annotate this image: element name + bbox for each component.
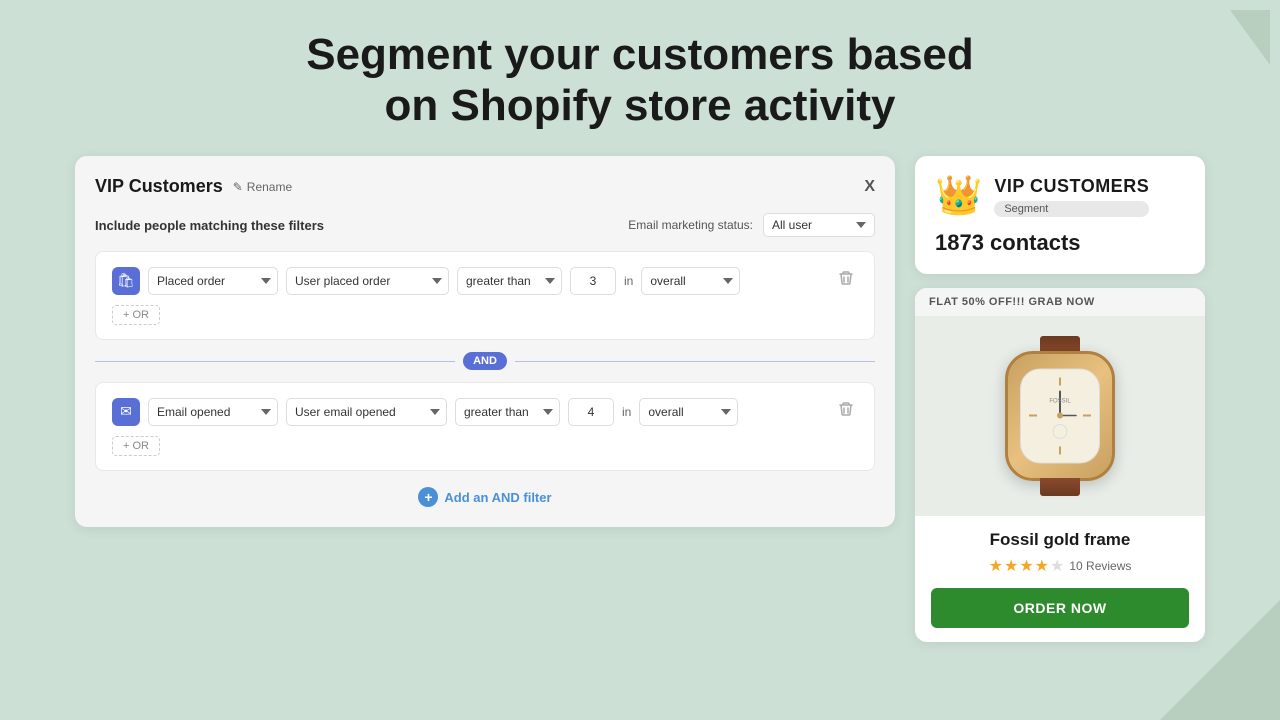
triangle-decoration-bottom	[1160, 600, 1280, 720]
filter-row-1: 🛍 Placed order Email opened Link clicked…	[112, 266, 858, 295]
modal-header: VIP Customers ✎ Rename X	[95, 176, 875, 197]
product-image-area: FOSSIL	[915, 316, 1205, 516]
promo-banner: FLAT 50% OFF!!! GRAB NOW	[915, 288, 1205, 316]
filter1-delete-button[interactable]	[834, 266, 858, 295]
watch-strap-bottom	[1040, 478, 1080, 496]
filter2-comparator-select[interactable]: greater than less than equal to	[455, 398, 560, 426]
filter1-or-button[interactable]: + OR	[112, 305, 160, 325]
vip-card: 👑 VIP CUSTOMERS Segment 1873 contacts	[915, 156, 1205, 274]
email-opened-icon: ✉	[112, 398, 140, 426]
reviews-count: 10 Reviews	[1069, 559, 1131, 573]
add-and-filter-button[interactable]: + Add an AND filter	[418, 487, 551, 507]
and-line-right	[515, 361, 875, 362]
right-panel: 👑 VIP CUSTOMERS Segment 1873 contacts FL…	[915, 156, 1205, 642]
filter-block-2: ✉ Placed order Email opened Link clicked…	[95, 382, 875, 471]
add-filter-label: Add an AND filter	[444, 490, 551, 505]
edit-icon: ✎	[233, 180, 243, 194]
placed-order-icon: 🛍	[112, 267, 140, 295]
stars-row: ★★★★★ 10 Reviews	[931, 556, 1189, 576]
vip-card-header: 👑 VIP CUSTOMERS Segment	[935, 174, 1185, 218]
and-line-left	[95, 361, 455, 362]
modal-title-row: VIP Customers ✎ Rename	[95, 176, 292, 197]
star-rating: ★★★★★	[989, 556, 1066, 576]
rename-label: Rename	[247, 180, 292, 194]
page-background: Segment your customers based on Shopify …	[0, 0, 1280, 720]
watch-illustration: FOSSIL	[995, 336, 1125, 496]
crown-icon: 👑	[935, 174, 982, 218]
filter2-scope-select[interactable]: overall last 30 days last 90 days	[639, 398, 738, 426]
filter1-in-label: in	[624, 274, 633, 288]
watch-body: FOSSIL	[1005, 351, 1115, 481]
segment-badge: Segment	[994, 201, 1149, 217]
contacts-count: 1873 contacts	[935, 230, 1185, 256]
trash-icon-2	[838, 401, 854, 417]
trash-icon	[838, 270, 854, 286]
filter2-delete-button[interactable]	[834, 397, 858, 426]
and-badge-row: AND	[95, 352, 875, 370]
filter2-condition-select[interactable]: User email opened User did not open emai…	[286, 398, 447, 426]
filter-header-label: Include people matching these filters	[95, 218, 324, 233]
vip-title: VIP CUSTOMERS	[994, 176, 1149, 197]
page-header: Segment your customers based on Shopify …	[0, 0, 1280, 156]
filter2-value-input[interactable]	[568, 398, 614, 426]
left-panel: VIP Customers ✎ Rename X Include people …	[75, 156, 895, 527]
svg-text:FOSSIL: FOSSIL	[1049, 399, 1071, 405]
and-badge: AND	[463, 352, 507, 370]
order-now-button[interactable]: ORDER NOW	[931, 588, 1189, 628]
content-area: VIP Customers ✎ Rename X Include people …	[0, 156, 1280, 642]
filter1-scope-select[interactable]: overall last 30 days last 90 days	[641, 267, 740, 295]
watch-face-details: FOSSIL	[1021, 370, 1099, 463]
watch-face: FOSSIL	[1020, 369, 1100, 464]
page-title: Segment your customers based on Shopify …	[20, 30, 1260, 131]
filter1-comparator-select[interactable]: greater than less than equal to	[457, 267, 562, 295]
close-button[interactable]: X	[864, 178, 875, 196]
product-name: Fossil gold frame	[931, 530, 1189, 550]
filter2-or-button[interactable]: + OR	[112, 436, 160, 456]
filter-row-2: ✉ Placed order Email opened Link clicked…	[112, 397, 858, 426]
filter-block-1: 🛍 Placed order Email opened Link clicked…	[95, 251, 875, 340]
filter2-event-select[interactable]: Placed order Email opened Link clicked	[148, 398, 278, 426]
add-icon: +	[418, 487, 438, 507]
modal-title: VIP Customers	[95, 176, 223, 197]
filter-header-row: Include people matching these filters Em…	[95, 213, 875, 237]
triangle-decoration-top	[1230, 10, 1270, 65]
rename-button[interactable]: ✎ Rename	[233, 180, 292, 194]
vip-info: VIP CUSTOMERS Segment	[994, 176, 1149, 217]
filter1-condition-select[interactable]: User placed order User did not place ord…	[286, 267, 449, 295]
product-card: FLAT 50% OFF!!! GRAB NOW	[915, 288, 1205, 642]
add-filter-row: + Add an AND filter	[95, 487, 875, 507]
email-marketing-row: Email marketing status: All user Subscri…	[628, 213, 875, 237]
filter1-value-input[interactable]	[570, 267, 616, 295]
filter1-event-select[interactable]: Placed order Email opened Link clicked	[148, 267, 278, 295]
email-marketing-label: Email marketing status:	[628, 218, 753, 232]
email-marketing-select[interactable]: All user Subscribed Unsubscribed	[763, 213, 875, 237]
filter2-in-label: in	[622, 405, 631, 419]
